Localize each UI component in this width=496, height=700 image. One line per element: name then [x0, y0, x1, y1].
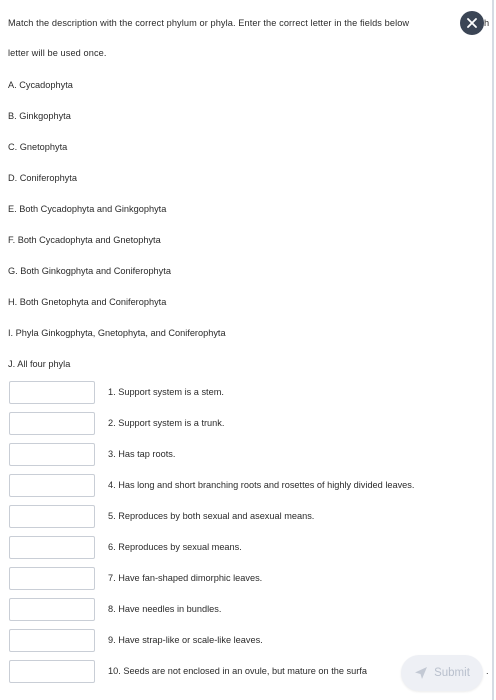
option-h: H. Both Gnetophyta and Coniferophyta	[8, 297, 167, 307]
option-e: E. Both Cycadophyta and Ginkgophyta	[8, 204, 167, 214]
question-label-2: 2. Support system is a trunk.	[108, 418, 225, 428]
question-label-4: 4. Has long and short branching roots an…	[108, 480, 415, 490]
close-icon	[467, 18, 477, 28]
question-label-8: 8. Have needles in bundles.	[108, 604, 222, 614]
answer-field-4[interactable]	[9, 474, 95, 497]
matching-questions: 1. Support system is a stem. 2. Support …	[8, 380, 494, 690]
question-row: 5. Reproduces by both sexual and asexual…	[8, 504, 494, 535]
answer-field-10[interactable]	[9, 660, 95, 683]
option-g: G. Both Ginkogphyta and Coniferophyta	[8, 266, 171, 276]
option-i: I. Phyla Ginkogphyta, Gnetophyta, and Co…	[8, 328, 226, 338]
quiz-page: Match the description with the correct p…	[0, 0, 494, 700]
send-icon	[415, 667, 428, 679]
question-label-1: 1. Support system is a stem.	[108, 387, 224, 397]
question-row: 6. Reproduces by sexual means.	[8, 535, 494, 566]
question-row: 3. Has tap roots.	[8, 442, 494, 473]
instructions: Match the description with the correct p…	[8, 8, 488, 68]
question-label-3: 3. Has tap roots.	[108, 449, 176, 459]
question-10-tail: .	[486, 666, 489, 676]
submit-button[interactable]: Submit	[401, 655, 483, 691]
question-row: 1. Support system is a stem.	[8, 380, 494, 411]
question-row: 2. Support system is a trunk.	[8, 411, 494, 442]
question-row: 4. Has long and short branching roots an…	[8, 473, 494, 504]
answer-field-1[interactable]	[9, 381, 95, 404]
question-label-7: 7. Have fan-shaped dimorphic leaves.	[108, 573, 263, 583]
answer-field-2[interactable]	[9, 412, 95, 435]
option-d: D. Coniferophyta	[8, 173, 77, 183]
answer-field-8[interactable]	[9, 598, 95, 621]
question-label-6: 6. Reproduces by sexual means.	[108, 542, 242, 552]
instructions-line-1: Match the description with the correct p…	[8, 18, 410, 28]
option-j: J. All four phyla	[8, 359, 71, 369]
answer-field-3[interactable]	[9, 443, 95, 466]
option-c: C. Gnetophyta	[8, 142, 68, 152]
question-label-9: 9. Have strap-like or scale-like leaves.	[108, 635, 263, 645]
option-a: A. Cycadophyta	[8, 80, 73, 90]
question-row: 8. Have needles in bundles.	[8, 597, 494, 628]
option-f: F. Both Cycadophyta and Gnetophyta	[8, 235, 161, 245]
answer-field-7[interactable]	[9, 567, 95, 590]
question-label-5: 5. Reproduces by both sexual and asexual…	[108, 511, 315, 521]
close-button[interactable]	[460, 11, 484, 35]
question-label-10: 10. Seeds are not enclosed in an ovule, …	[108, 666, 367, 676]
phylum-options-list: A. Cycadophyta B. Ginkgophyta C. Gnetoph…	[8, 70, 226, 380]
question-row: 7. Have fan-shaped dimorphic leaves.	[8, 566, 494, 597]
instructions-line-1-tail: h	[484, 18, 490, 28]
answer-field-6[interactable]	[9, 536, 95, 559]
option-b: B. Ginkgophyta	[8, 111, 71, 121]
answer-field-5[interactable]	[9, 505, 95, 528]
instructions-line-2: letter will be used once.	[8, 48, 107, 58]
submit-label: Submit	[434, 667, 470, 679]
answer-field-9[interactable]	[9, 629, 95, 652]
